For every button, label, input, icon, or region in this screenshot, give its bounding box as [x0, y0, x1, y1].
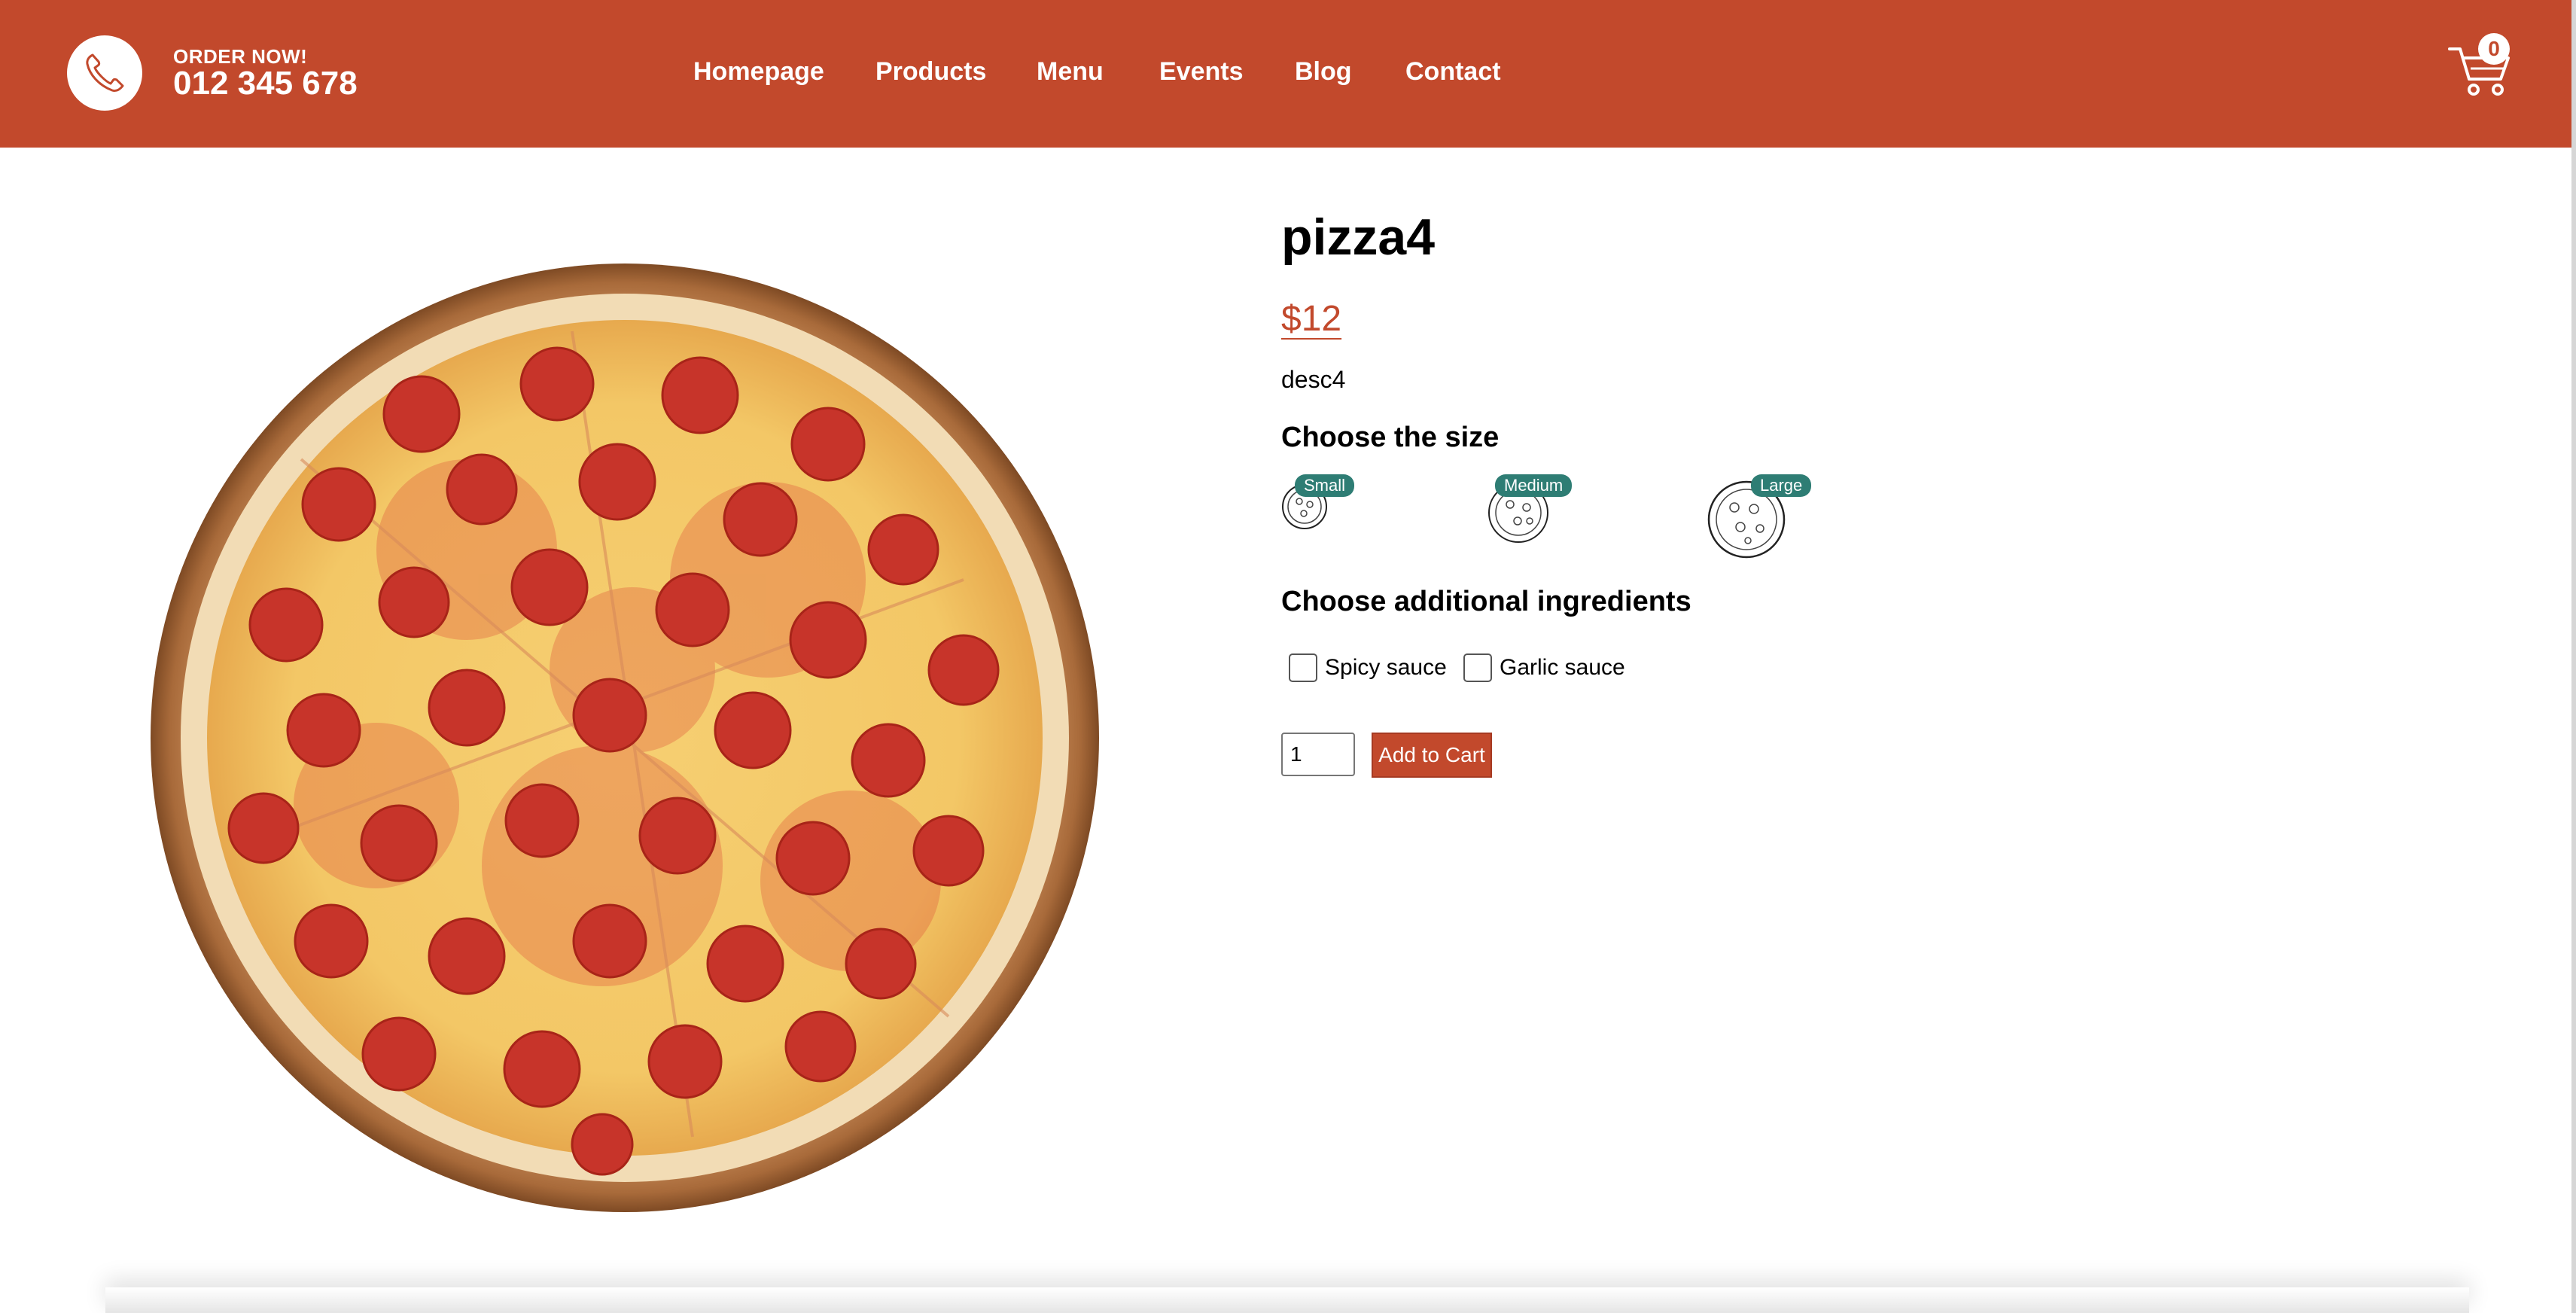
size-small-badge: Small [1295, 474, 1355, 497]
nav-menu[interactable]: Menu [1037, 57, 1104, 87]
ingredient-garlic-sauce[interactable]: Garlic sauce [1463, 653, 1625, 683]
ingredient-spicy-sauce[interactable]: Spicy sauce [1289, 653, 1447, 683]
nav-homepage[interactable]: Homepage [693, 57, 824, 87]
cart-count-badge: 0 [2478, 33, 2510, 65]
nav-events[interactable]: Events [1159, 57, 1244, 87]
nav-blog[interactable]: Blog [1295, 57, 1352, 87]
ingredients-heading: Choose additional ingredients [1281, 586, 1691, 617]
scrollbar-track[interactable] [2571, 0, 2576, 1313]
garlic-sauce-label: Garlic sauce [1500, 655, 1625, 680]
phone-number[interactable]: 012 345 678 [173, 65, 358, 102]
size-medium-badge: Medium [1495, 474, 1573, 497]
header-bar: ORDER NOW! 012 345 678 Homepage Products… [0, 0, 2571, 148]
product-description: desc4 [1281, 366, 1346, 393]
product-price: $12 [1281, 299, 1342, 339]
add-to-cart-button[interactable]: Add to Cart [1372, 733, 1492, 778]
phone-icon[interactable] [67, 35, 142, 111]
size-heading: Choose the size [1281, 422, 1500, 453]
nav-products[interactable]: Products [875, 57, 986, 87]
nav-contact[interactable]: Contact [1405, 57, 1501, 87]
footer-edge [105, 1287, 2469, 1313]
spicy-sauce-label: Spicy sauce [1325, 655, 1447, 680]
size-large-badge: Large [1751, 474, 1812, 497]
spicy-sauce-checkbox[interactable] [1289, 653, 1317, 682]
quantity-input[interactable] [1281, 733, 1355, 776]
pizza-image [151, 264, 1099, 1216]
product-title: pizza4 [1281, 209, 1436, 266]
garlic-sauce-checkbox[interactable] [1463, 653, 1492, 682]
